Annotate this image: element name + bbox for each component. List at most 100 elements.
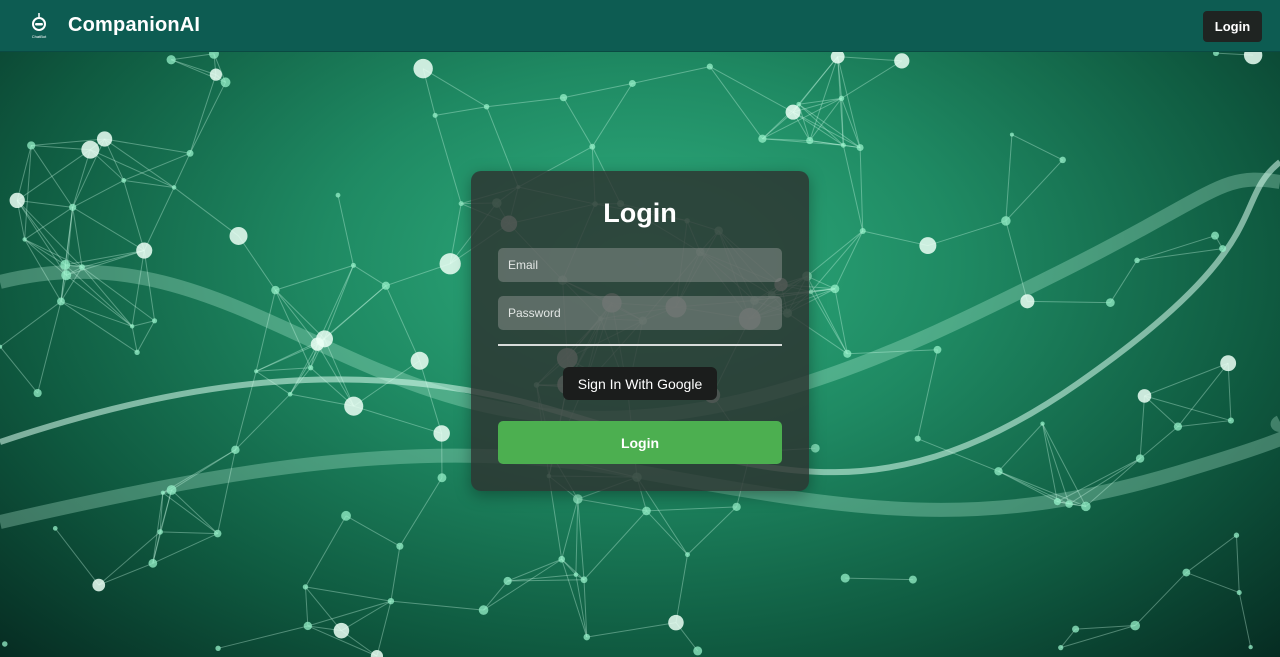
mesh-node bbox=[908, 575, 917, 584]
mesh-edge bbox=[646, 510, 688, 555]
mesh-node bbox=[57, 297, 65, 306]
mesh-node bbox=[1009, 132, 1014, 137]
mesh-node bbox=[808, 289, 814, 295]
navbar-login-button[interactable]: Login bbox=[1203, 11, 1262, 42]
mesh-edge bbox=[1227, 363, 1232, 421]
mesh-node bbox=[758, 134, 767, 143]
mesh-edge bbox=[561, 498, 579, 560]
mesh-node bbox=[840, 573, 850, 583]
mesh-edge bbox=[687, 506, 737, 555]
mesh-edge bbox=[235, 393, 291, 451]
mesh-node bbox=[344, 396, 364, 416]
mesh-node bbox=[439, 253, 461, 275]
mesh-node bbox=[1137, 389, 1152, 403]
mesh-edge bbox=[37, 301, 62, 394]
mesh-node bbox=[580, 576, 588, 584]
mesh-edge bbox=[834, 230, 864, 290]
mesh-edge bbox=[72, 149, 91, 208]
mesh-edge bbox=[189, 82, 226, 154]
mesh-node bbox=[437, 473, 447, 483]
mesh-edge bbox=[72, 207, 83, 268]
mesh-node bbox=[1040, 421, 1045, 426]
mesh-node bbox=[310, 337, 325, 351]
top-navbar: ChatBot CompanionAI Login bbox=[0, 0, 1280, 52]
mesh-edge bbox=[171, 489, 219, 534]
mesh-node bbox=[1233, 532, 1240, 538]
mesh-edge bbox=[337, 195, 354, 266]
mesh-edge bbox=[1177, 420, 1231, 428]
mesh-edge bbox=[507, 558, 562, 582]
mesh-node bbox=[919, 237, 937, 255]
mesh-edge bbox=[577, 498, 647, 512]
mesh-node bbox=[166, 485, 177, 495]
mesh-edge bbox=[1011, 134, 1063, 161]
mesh-edge bbox=[189, 74, 217, 154]
mesh-edge bbox=[483, 558, 562, 611]
mesh-node bbox=[2, 641, 8, 647]
logo-caption: ChatBot bbox=[32, 34, 47, 39]
mesh-node bbox=[859, 227, 866, 235]
login-card: Login Sign In With Google Login bbox=[471, 171, 809, 491]
mesh-edge bbox=[1139, 426, 1179, 459]
mesh-edge bbox=[837, 56, 902, 62]
mesh-node bbox=[152, 318, 158, 324]
mesh-node bbox=[220, 77, 231, 88]
mesh-node bbox=[287, 391, 293, 397]
mesh-node bbox=[387, 597, 395, 605]
mesh-edge bbox=[160, 531, 218, 535]
mesh-node bbox=[413, 58, 433, 79]
mesh-edge bbox=[486, 97, 564, 108]
brand-name[interactable]: CompanionAI bbox=[68, 14, 200, 37]
mesh-node bbox=[1220, 355, 1237, 372]
mesh-node bbox=[994, 467, 1003, 476]
mesh-edge bbox=[434, 115, 462, 204]
mesh-node bbox=[1059, 156, 1066, 164]
mesh-edge bbox=[305, 586, 392, 602]
mesh-node bbox=[838, 95, 845, 102]
mesh-node bbox=[573, 494, 583, 504]
mesh-node bbox=[642, 506, 651, 516]
email-field[interactable] bbox=[498, 248, 782, 282]
mesh-node bbox=[628, 80, 636, 87]
password-field[interactable] bbox=[498, 296, 782, 330]
mesh-node bbox=[302, 584, 309, 590]
mesh-node bbox=[69, 203, 77, 211]
mesh-node bbox=[341, 510, 351, 521]
mesh-node bbox=[166, 55, 176, 65]
mesh-edge bbox=[591, 83, 633, 147]
mesh-edge bbox=[422, 68, 487, 108]
mesh-edge bbox=[143, 187, 175, 251]
mesh-node bbox=[9, 192, 25, 209]
mesh-node bbox=[433, 425, 450, 442]
mesh-node bbox=[732, 502, 741, 512]
mesh-node bbox=[685, 552, 690, 558]
mesh-edge bbox=[304, 586, 309, 627]
mesh-edge bbox=[290, 393, 354, 407]
mesh-edge bbox=[385, 285, 421, 361]
google-signin-button[interactable]: Sign In With Google bbox=[563, 367, 717, 400]
mesh-node bbox=[785, 104, 801, 120]
mesh-node bbox=[1248, 644, 1253, 650]
mesh-edge bbox=[399, 477, 443, 547]
mesh-edge bbox=[171, 53, 215, 61]
mesh-node bbox=[231, 445, 240, 455]
mesh-node bbox=[830, 284, 840, 294]
mesh-edge bbox=[586, 622, 677, 638]
mesh-edge bbox=[762, 138, 844, 146]
mesh-edge bbox=[575, 498, 579, 575]
mesh-edge bbox=[0, 346, 39, 394]
mesh-node bbox=[27, 141, 36, 150]
mesh-node bbox=[1105, 298, 1115, 307]
mesh-edge bbox=[845, 577, 913, 581]
mesh-node bbox=[1211, 231, 1220, 240]
mesh-edge bbox=[810, 230, 864, 293]
mesh-edge bbox=[1109, 260, 1138, 303]
mesh-edge bbox=[1139, 395, 1145, 459]
mesh-edge bbox=[1136, 248, 1223, 261]
mesh-edge bbox=[859, 147, 864, 231]
mesh-node bbox=[148, 558, 158, 568]
mesh-edge bbox=[238, 235, 276, 291]
login-submit-button[interactable]: Login bbox=[498, 421, 782, 464]
mesh-edge bbox=[341, 600, 392, 632]
mesh-node bbox=[1236, 590, 1242, 596]
